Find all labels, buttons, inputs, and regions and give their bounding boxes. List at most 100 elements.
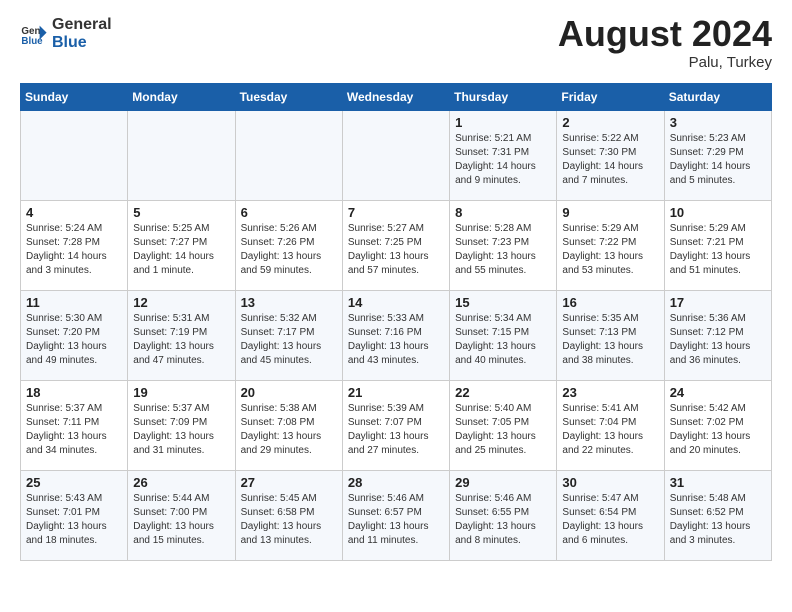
cell-content: Sunrise: 5:34 AM Sunset: 7:15 PM Dayligh…	[455, 312, 551, 368]
cell-content: Sunrise: 5:31 AM Sunset: 7:19 PM Dayligh…	[133, 312, 229, 368]
cell-content: Sunrise: 5:48 AM Sunset: 6:52 PM Dayligh…	[670, 492, 766, 548]
calendar-table: SundayMondayTuesdayWednesdayThursdayFrid…	[20, 83, 772, 561]
cell-content: Sunrise: 5:30 AM Sunset: 7:20 PM Dayligh…	[26, 312, 122, 368]
day-number: 17	[670, 295, 766, 310]
day-number: 24	[670, 385, 766, 400]
location-subtitle: Palu, Turkey	[558, 54, 772, 71]
day-number: 31	[670, 475, 766, 490]
cell-content: Sunrise: 5:22 AM Sunset: 7:30 PM Dayligh…	[562, 132, 658, 188]
day-number: 16	[562, 295, 658, 310]
cell-content: Sunrise: 5:39 AM Sunset: 7:07 PM Dayligh…	[348, 402, 444, 458]
calendar-cell: 30 Sunrise: 5:47 AM Sunset: 6:54 PM Dayli…	[557, 471, 664, 561]
cell-content: Sunrise: 5:44 AM Sunset: 7:00 PM Dayligh…	[133, 492, 229, 548]
day-number: 4	[26, 205, 122, 220]
calendar-cell: 29 Sunrise: 5:46 AM Sunset: 6:55 PM Dayli…	[450, 471, 557, 561]
calendar-cell	[128, 111, 235, 201]
day-number: 28	[348, 475, 444, 490]
day-number: 21	[348, 385, 444, 400]
cell-content: Sunrise: 5:24 AM Sunset: 7:28 PM Dayligh…	[26, 222, 122, 278]
calendar-cell: 26 Sunrise: 5:44 AM Sunset: 7:00 PM Dayli…	[128, 471, 235, 561]
day-number: 15	[455, 295, 551, 310]
cell-content: Sunrise: 5:27 AM Sunset: 7:25 PM Dayligh…	[348, 222, 444, 278]
logo-general-text: General	[52, 16, 112, 34]
calendar-cell: 4 Sunrise: 5:24 AM Sunset: 7:28 PM Daylig…	[21, 201, 128, 291]
logo-blue-text: Blue	[52, 34, 112, 52]
day-number: 14	[348, 295, 444, 310]
cell-content: Sunrise: 5:47 AM Sunset: 6:54 PM Dayligh…	[562, 492, 658, 548]
calendar-cell: 3Sunrise: 5:23 AM Sunset: 7:29 PM Daylig…	[664, 111, 771, 201]
day-number: 13	[241, 295, 337, 310]
weekday-header-cell: Thursday	[450, 84, 557, 111]
calendar-cell: 22Sunrise: 5:40 AM Sunset: 7:05 PM Dayli…	[450, 381, 557, 471]
day-number: 7	[348, 205, 444, 220]
weekday-header-cell: Monday	[128, 84, 235, 111]
calendar-cell: 1Sunrise: 5:21 AM Sunset: 7:31 PM Daylig…	[450, 111, 557, 201]
calendar-cell: 16 Sunrise: 5:35 AM Sunset: 7:13 PM Dayli…	[557, 291, 664, 381]
cell-content: Sunrise: 5:35 AM Sunset: 7:13 PM Dayligh…	[562, 312, 658, 368]
calendar-cell: 7 Sunrise: 5:27 AM Sunset: 7:25 PM Daylig…	[342, 201, 449, 291]
calendar-cell: 13 Sunrise: 5:32 AM Sunset: 7:17 PM Dayli…	[235, 291, 342, 381]
cell-content: Sunrise: 5:26 AM Sunset: 7:26 PM Dayligh…	[241, 222, 337, 278]
day-number: 3	[670, 115, 766, 130]
cell-content: Sunrise: 5:36 AM Sunset: 7:12 PM Dayligh…	[670, 312, 766, 368]
cell-content: Sunrise: 5:37 AM Sunset: 7:09 PM Dayligh…	[133, 402, 229, 458]
day-number: 9	[562, 205, 658, 220]
calendar-cell: 18Sunrise: 5:37 AM Sunset: 7:11 PM Dayli…	[21, 381, 128, 471]
calendar-cell	[21, 111, 128, 201]
calendar-week-row: 1Sunrise: 5:21 AM Sunset: 7:31 PM Daylig…	[21, 111, 772, 201]
cell-content: Sunrise: 5:32 AM Sunset: 7:17 PM Dayligh…	[241, 312, 337, 368]
calendar-cell: 31 Sunrise: 5:48 AM Sunset: 6:52 PM Dayli…	[664, 471, 771, 561]
day-number: 5	[133, 205, 229, 220]
calendar-cell: 25Sunrise: 5:43 AM Sunset: 7:01 PM Dayli…	[21, 471, 128, 561]
calendar-cell: 14Sunrise: 5:33 AM Sunset: 7:16 PM Dayli…	[342, 291, 449, 381]
day-number: 6	[241, 205, 337, 220]
cell-content: Sunrise: 5:21 AM Sunset: 7:31 PM Dayligh…	[455, 132, 551, 188]
calendar-cell: 23Sunrise: 5:41 AM Sunset: 7:04 PM Dayli…	[557, 381, 664, 471]
calendar-week-row: 25Sunrise: 5:43 AM Sunset: 7:01 PM Dayli…	[21, 471, 772, 561]
calendar-cell: 11 Sunrise: 5:30 AM Sunset: 7:20 PM Dayli…	[21, 291, 128, 381]
calendar-cell: 8 Sunrise: 5:28 AM Sunset: 7:23 PM Daylig…	[450, 201, 557, 291]
calendar-cell: 19 Sunrise: 5:37 AM Sunset: 7:09 PM Dayli…	[128, 381, 235, 471]
calendar-cell: 10Sunrise: 5:29 AM Sunset: 7:21 PM Dayli…	[664, 201, 771, 291]
cell-content: Sunrise: 5:45 AM Sunset: 6:58 PM Dayligh…	[241, 492, 337, 548]
day-number: 22	[455, 385, 551, 400]
day-number: 19	[133, 385, 229, 400]
calendar-cell: 28 Sunrise: 5:46 AM Sunset: 6:57 PM Dayli…	[342, 471, 449, 561]
cell-content: Sunrise: 5:38 AM Sunset: 7:08 PM Dayligh…	[241, 402, 337, 458]
cell-content: Sunrise: 5:46 AM Sunset: 6:55 PM Dayligh…	[455, 492, 551, 548]
weekday-header-cell: Wednesday	[342, 84, 449, 111]
day-number: 30	[562, 475, 658, 490]
cell-content: Sunrise: 5:25 AM Sunset: 7:27 PM Dayligh…	[133, 222, 229, 278]
cell-content: Sunrise: 5:41 AM Sunset: 7:04 PM Dayligh…	[562, 402, 658, 458]
cell-content: Sunrise: 5:28 AM Sunset: 7:23 PM Dayligh…	[455, 222, 551, 278]
cell-content: Sunrise: 5:46 AM Sunset: 6:57 PM Dayligh…	[348, 492, 444, 548]
calendar-cell: 6 Sunrise: 5:26 AM Sunset: 7:26 PM Daylig…	[235, 201, 342, 291]
weekday-header-cell: Tuesday	[235, 84, 342, 111]
calendar-body: 1Sunrise: 5:21 AM Sunset: 7:31 PM Daylig…	[21, 111, 772, 561]
logo: Gen Blue General Blue	[20, 16, 112, 51]
calendar-cell: 21 Sunrise: 5:39 AM Sunset: 7:07 PM Dayli…	[342, 381, 449, 471]
day-number: 8	[455, 205, 551, 220]
calendar-cell	[342, 111, 449, 201]
cell-content: Sunrise: 5:37 AM Sunset: 7:11 PM Dayligh…	[26, 402, 122, 458]
month-year-title: August 2024	[558, 16, 772, 52]
day-number: 2	[562, 115, 658, 130]
calendar-week-row: 18Sunrise: 5:37 AM Sunset: 7:11 PM Dayli…	[21, 381, 772, 471]
calendar-cell: 27 Sunrise: 5:45 AM Sunset: 6:58 PM Dayli…	[235, 471, 342, 561]
calendar-week-row: 11 Sunrise: 5:30 AM Sunset: 7:20 PM Dayli…	[21, 291, 772, 381]
cell-content: Sunrise: 5:42 AM Sunset: 7:02 PM Dayligh…	[670, 402, 766, 458]
day-number: 29	[455, 475, 551, 490]
weekday-header-row: SundayMondayTuesdayWednesdayThursdayFrid…	[21, 84, 772, 111]
day-number: 26	[133, 475, 229, 490]
cell-content: Sunrise: 5:29 AM Sunset: 7:22 PM Dayligh…	[562, 222, 658, 278]
day-number: 12	[133, 295, 229, 310]
day-number: 20	[241, 385, 337, 400]
weekday-header-cell: Friday	[557, 84, 664, 111]
calendar-cell: 20 Sunrise: 5:38 AM Sunset: 7:08 PM Dayli…	[235, 381, 342, 471]
day-number: 11	[26, 295, 122, 310]
day-number: 25	[26, 475, 122, 490]
calendar-cell: 24 Sunrise: 5:42 AM Sunset: 7:02 PM Dayli…	[664, 381, 771, 471]
title-block: August 2024 Palu, Turkey	[558, 16, 772, 71]
day-number: 10	[670, 205, 766, 220]
day-number: 27	[241, 475, 337, 490]
